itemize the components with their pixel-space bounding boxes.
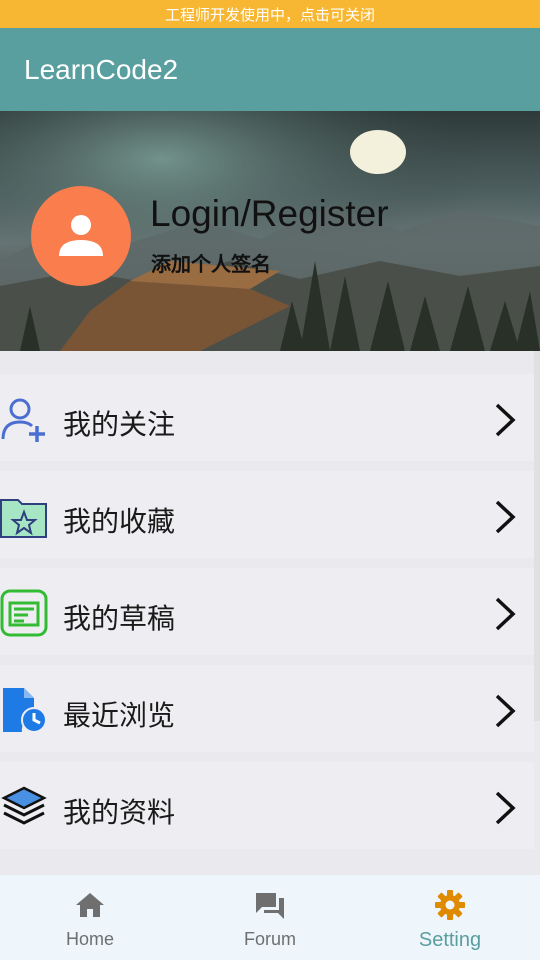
tab-setting[interactable]: Setting (360, 875, 540, 960)
home-icon (76, 893, 104, 917)
menu-item-label: 我的草稿 (63, 602, 176, 635)
forum-icon (256, 893, 284, 919)
app-title: LearnCode2 (24, 53, 179, 85)
chevron-right-icon (495, 597, 516, 631)
menu-item-label: 我的关注 (63, 408, 176, 441)
menu-item-recent[interactable]: 最近浏览 (0, 665, 534, 752)
scrollbar[interactable] (534, 351, 540, 721)
tab-label: Home (65, 929, 114, 949)
settings-menu: 我的关注 我的收藏 我的草稿 最近浏览 我的资料 (0, 351, 540, 875)
avatar[interactable] (31, 186, 131, 286)
layers-icon (1, 786, 47, 825)
developer-banner[interactable]: 工程师开发使用中，点击可关闭 (0, 0, 540, 28)
menu-item-label: 我的收藏 (63, 505, 176, 538)
bottom-tab-bar: Home Forum Setting (0, 875, 540, 960)
history-file-icon (3, 688, 47, 733)
menu-item-label: 最近浏览 (63, 699, 176, 732)
star-folder-icon (0, 499, 47, 538)
tab-forum[interactable]: Forum (180, 875, 360, 960)
menu-item-following[interactable]: 我的关注 (0, 374, 534, 461)
chevron-right-icon (495, 500, 516, 534)
gear-icon (435, 890, 465, 920)
menu-item-profile-data[interactable]: 我的资料 (0, 762, 534, 849)
chevron-right-icon (495, 694, 516, 728)
chevron-right-icon (495, 403, 516, 437)
add-user-icon (1, 398, 45, 442)
app-bar: LearnCode2 (0, 28, 540, 111)
profile-header[interactable]: Login/Register 添加个人签名 (0, 111, 540, 351)
login-register-link[interactable]: Login/Register (150, 193, 389, 235)
menu-item-favorites[interactable]: 我的收藏 (0, 471, 534, 558)
menu-item-label: 我的资料 (63, 796, 176, 829)
developer-banner-text: 工程师开发使用中，点击可关闭 (164, 5, 375, 24)
person-icon (59, 215, 103, 256)
chevron-right-icon (495, 791, 516, 825)
tab-label: Forum (243, 929, 296, 949)
menu-item-drafts[interactable]: 我的草稿 (0, 568, 534, 655)
draft-icon (0, 589, 48, 637)
tab-label: Setting (418, 929, 482, 951)
signature-text[interactable]: 添加个人签名 (151, 248, 271, 277)
tab-home[interactable]: Home (0, 875, 180, 960)
